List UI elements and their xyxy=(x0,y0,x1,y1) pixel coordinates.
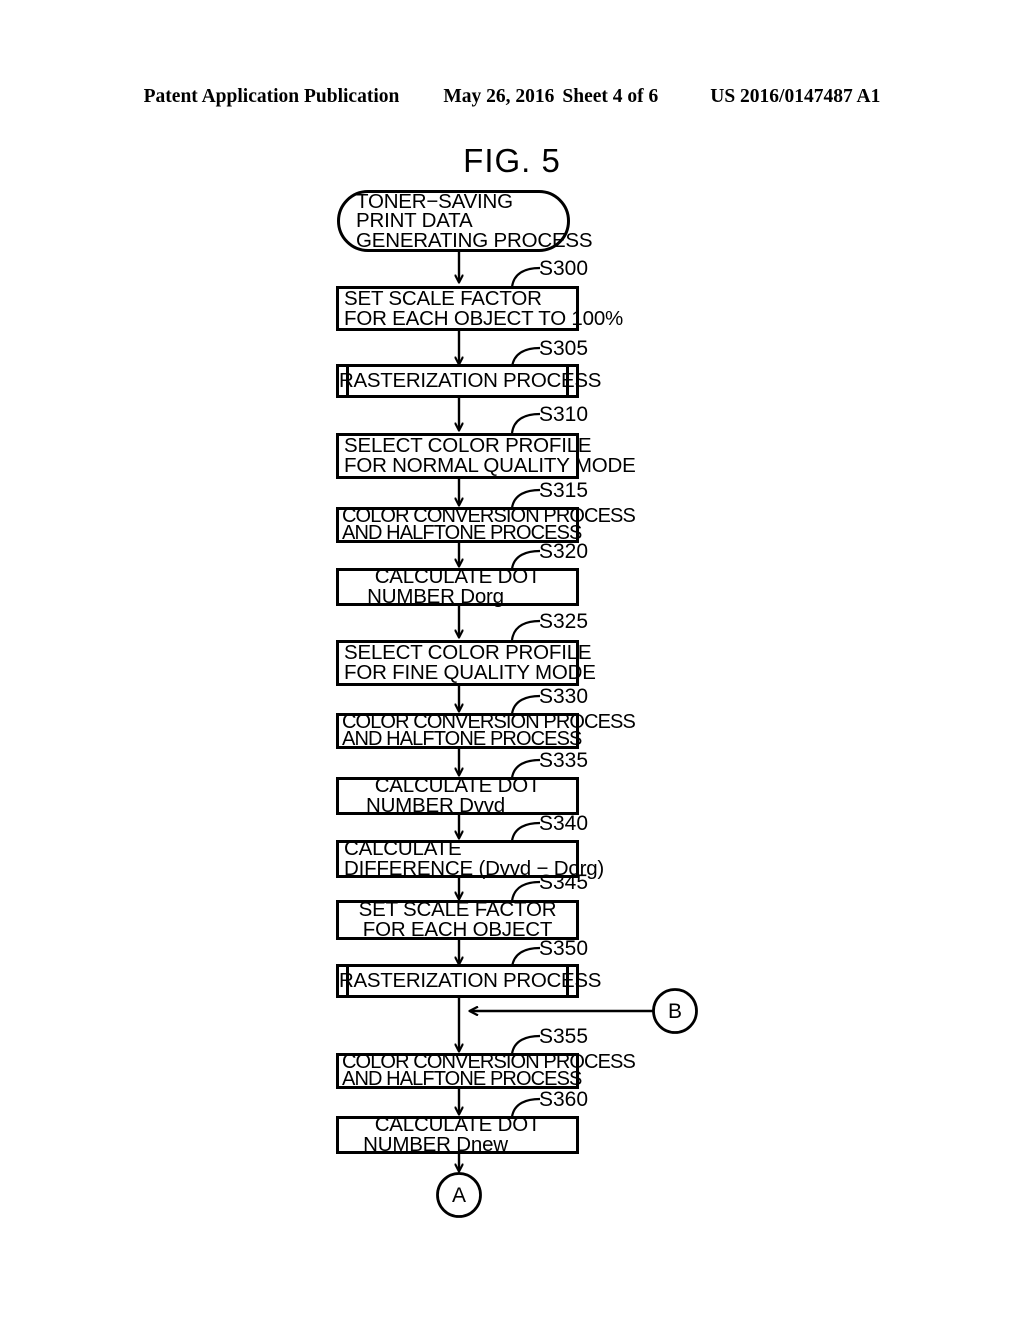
flow-step-s320-line-2: NUMBER Dorg xyxy=(367,585,504,608)
connector-label-a[interactable]: A xyxy=(439,1185,479,1206)
flow-step-label-s320: S320 xyxy=(539,540,589,563)
flow-step-label-s350: S350 xyxy=(539,937,589,960)
flow-step-label-s335: S335 xyxy=(539,749,589,772)
flow-step-s305-line-1: RASTERIZATION PROCESS xyxy=(339,369,602,392)
flow-step-label-s315: S315 xyxy=(539,479,589,502)
flow-step-s320[interactable]: CALCULATE DOT NUMBER Dorg xyxy=(336,565,579,608)
flow-step-s355-line-2: AND HALFTONE PROCESS xyxy=(342,1068,582,1090)
flow-step-s330-line-2: AND HALFTONE PROCESS xyxy=(342,728,582,750)
flow-step-s315[interactable]: COLOR CONVERSION PROCESS AND HALFTONE PR… xyxy=(336,506,636,543)
flow-step-s310-line-2: FOR NORMAL QUALITY MODE xyxy=(344,454,636,477)
flow-step-s300-line-2: FOR EACH OBJECT TO 100% xyxy=(344,306,624,330)
flow-step-s360-line-1: CALCULATE DOT xyxy=(374,1113,541,1136)
flow-step-s350-line-1: RASTERIZATION PROCESS xyxy=(339,969,602,992)
flow-step-s325[interactable]: SELECT COLOR PROFILE FOR FINE QUALITY MO… xyxy=(336,640,596,686)
flow-step-label-s325: S325 xyxy=(539,610,589,633)
flow-step-label-s330: S330 xyxy=(539,685,589,708)
flow-step-label-s310: S310 xyxy=(539,403,589,426)
flow-step-label-s355: S355 xyxy=(539,1025,589,1048)
flow-step-s325-line-1: SELECT COLOR PROFILE xyxy=(344,641,592,664)
flow-step-label-s300: S300 xyxy=(539,257,589,280)
flowchart-diagram: TONER−SAVING PRINT DATA GENERATING PROCE… xyxy=(0,0,1024,1320)
flow-step-s305[interactable]: RASTERIZATION PROCESS xyxy=(336,364,602,398)
flow-step-label-s340: S340 xyxy=(539,812,589,835)
flow-step-s310[interactable]: SELECT COLOR PROFILE FOR NORMAL QUALITY … xyxy=(336,433,636,479)
flow-step-s360[interactable]: CALCULATE DOT NUMBER Dnew xyxy=(336,1113,579,1156)
flow-step-label-s345: S345 xyxy=(539,871,589,894)
flow-step-s300[interactable]: SET SCALE FACTOR FOR EACH OBJECT TO 100% xyxy=(336,286,624,331)
flow-step-label-s305: S305 xyxy=(539,337,589,360)
flow-step-s335-line-1: CALCULATE DOT xyxy=(374,774,541,797)
flow-step-s325-line-2: FOR FINE QUALITY MODE xyxy=(344,661,596,684)
flow-start-line-2: PRINT DATA xyxy=(356,209,473,233)
flow-step-s355[interactable]: COLOR CONVERSION PROCESS AND HALFTONE PR… xyxy=(336,1052,636,1090)
flow-step-label-s360: S360 xyxy=(539,1088,589,1111)
flow-start-line-3: GENERATING PROCESS xyxy=(356,228,593,252)
flow-step-s335[interactable]: CALCULATE DOT NUMBER Dvvd xyxy=(336,774,579,816)
flow-step-s345[interactable]: SET SCALE FACTOR FOR EACH OBJECT xyxy=(336,898,579,940)
flow-step-s350[interactable]: RASTERIZATION PROCESS xyxy=(336,964,602,998)
flow-step-s310-line-1: SELECT COLOR PROFILE xyxy=(344,434,592,457)
flow-step-s300-line-1: SET SCALE FACTOR xyxy=(344,286,542,310)
flow-start-terminator[interactable]: TONER−SAVING PRINT DATA GENERATING PROCE… xyxy=(337,190,593,252)
flow-step-s360-line-2: NUMBER Dnew xyxy=(363,1133,508,1156)
flow-step-s330[interactable]: COLOR CONVERSION PROCESS AND HALFTONE PR… xyxy=(336,712,636,750)
flow-step-s345-line-1: SET SCALE FACTOR xyxy=(358,898,557,921)
connector-label-b[interactable]: B xyxy=(655,1001,695,1022)
flow-step-s320-line-1: CALCULATE DOT xyxy=(374,565,541,588)
flow-step-s340-line-1: CALCULATE xyxy=(344,837,462,860)
